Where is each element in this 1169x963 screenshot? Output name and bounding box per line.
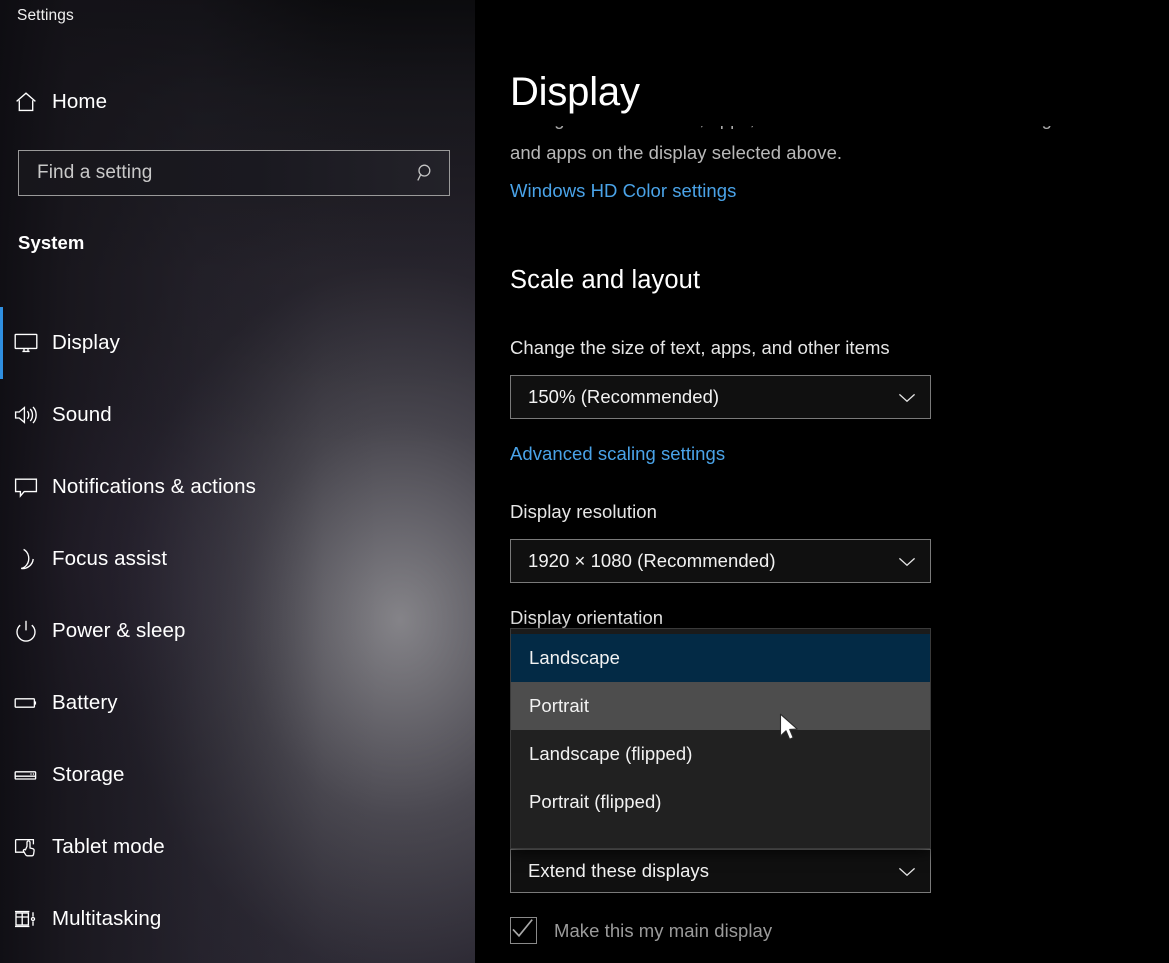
- multiple-displays-combobox-value: Extend these displays: [528, 860, 710, 881]
- drive-icon: [0, 762, 52, 788]
- orientation-option-landscape-flipped-label: Landscape (flipped): [529, 743, 693, 764]
- advanced-scaling-settings-link[interactable]: Advanced scaling settings: [510, 443, 725, 465]
- make-main-display-checkbox[interactable]: Make this my main display: [510, 917, 772, 944]
- sidebar-item-battery-label: Battery: [52, 691, 118, 714]
- sidebar-item-tablet-mode[interactable]: Tablet mode: [0, 811, 475, 883]
- dropdown-bottom-padding: [511, 826, 930, 848]
- search-placeholder: Find a setting: [37, 162, 153, 183]
- scale-and-layout-heading: Scale and layout: [510, 266, 701, 294]
- speaker-icon: [0, 402, 52, 428]
- home-icon: [0, 89, 52, 115]
- orientation-option-portrait-flipped[interactable]: Portrait (flipped): [511, 778, 930, 826]
- sidebar-item-sound[interactable]: Sound: [0, 379, 475, 451]
- sidebar-item-multitasking-label: Multitasking: [52, 907, 162, 930]
- orientation-option-portrait[interactable]: Portrait: [511, 682, 930, 730]
- resolution-label: Display resolution: [510, 501, 657, 522]
- chevron-down-icon: [884, 555, 930, 568]
- sidebar-item-sound-label: Sound: [52, 403, 112, 426]
- page-title: Display: [510, 70, 654, 115]
- sidebar-item-home-label: Home: [52, 90, 108, 113]
- sidebar-item-focus-assist[interactable]: Focus assist: [0, 523, 475, 595]
- orientation-option-portrait-flipped-label: Portrait (flipped): [529, 791, 662, 812]
- orientation-dropdown-list: Landscape Portrait Landscape (flipped) P…: [510, 628, 931, 849]
- tablet-hand-icon: [0, 834, 52, 860]
- orientation-option-landscape-flipped[interactable]: Landscape (flipped): [511, 730, 930, 778]
- sidebar-item-multitasking[interactable]: Multitasking: [0, 883, 475, 955]
- chevron-down-icon: [884, 391, 930, 404]
- sidebar-item-home[interactable]: Home: [0, 80, 475, 124]
- power-icon: [0, 618, 52, 644]
- sidebar: Settings Home Find a setting System Disp…: [0, 0, 475, 963]
- selection-accent-bar: [0, 307, 3, 379]
- sidebar-item-display[interactable]: Display: [0, 307, 475, 379]
- scale-combobox[interactable]: 150% (Recommended): [510, 375, 931, 419]
- sidebar-item-power-sleep[interactable]: Power & sleep: [0, 595, 475, 667]
- window-title: Settings: [17, 7, 74, 24]
- orientation-label: Display orientation: [510, 607, 664, 628]
- orientation-option-portrait-label: Portrait: [529, 695, 590, 716]
- resolution-combobox[interactable]: 1920 × 1080 (Recommended): [510, 539, 931, 583]
- chevron-down-icon: [884, 865, 930, 878]
- moon-icon: [0, 546, 52, 572]
- battery-icon: [0, 690, 52, 716]
- sidebar-item-power-sleep-label: Power & sleep: [52, 619, 186, 642]
- resolution-combobox-value: 1920 × 1080 (Recommended): [528, 550, 776, 571]
- windows-hd-color-settings-link[interactable]: Windows HD Color settings: [510, 180, 736, 202]
- multitasking-icon: [0, 906, 52, 932]
- sidebar-item-tablet-mode-label: Tablet mode: [52, 835, 165, 858]
- orientation-option-landscape-label: Landscape: [529, 647, 620, 668]
- settings-window: Settings Home Find a setting System Disp…: [0, 0, 1169, 963]
- chat-bubble-icon: [0, 474, 52, 500]
- sidebar-item-storage[interactable]: Storage: [0, 739, 475, 811]
- sidebar-nav-list: Display Sound Notifications & actions Fo…: [0, 307, 475, 955]
- search-icon[interactable]: [403, 162, 449, 184]
- sidebar-item-storage-label: Storage: [52, 763, 125, 786]
- scale-label: Change the size of text, apps, and other…: [510, 337, 890, 358]
- search-input[interactable]: Find a setting: [18, 150, 450, 196]
- main-content-panel: Change the size of text, apps, and other…: [475, 0, 1169, 963]
- orientation-option-landscape[interactable]: Landscape: [511, 634, 930, 682]
- sidebar-item-display-label: Display: [52, 331, 120, 354]
- display-description: and apps on the display selected above.: [510, 142, 843, 163]
- multiple-displays-combobox[interactable]: Extend these displays: [510, 849, 931, 893]
- sidebar-item-battery[interactable]: Battery: [0, 667, 475, 739]
- sidebar-item-focus-assist-label: Focus assist: [52, 547, 168, 570]
- sidebar-item-notifications[interactable]: Notifications & actions: [0, 451, 475, 523]
- checkbox-box: [510, 917, 537, 944]
- make-main-display-label: Make this my main display: [554, 919, 773, 941]
- sidebar-item-notifications-label: Notifications & actions: [52, 475, 256, 498]
- sidebar-group-title: System: [18, 232, 85, 253]
- scale-combobox-value: 150% (Recommended): [528, 386, 720, 407]
- monitor-icon: [0, 330, 52, 356]
